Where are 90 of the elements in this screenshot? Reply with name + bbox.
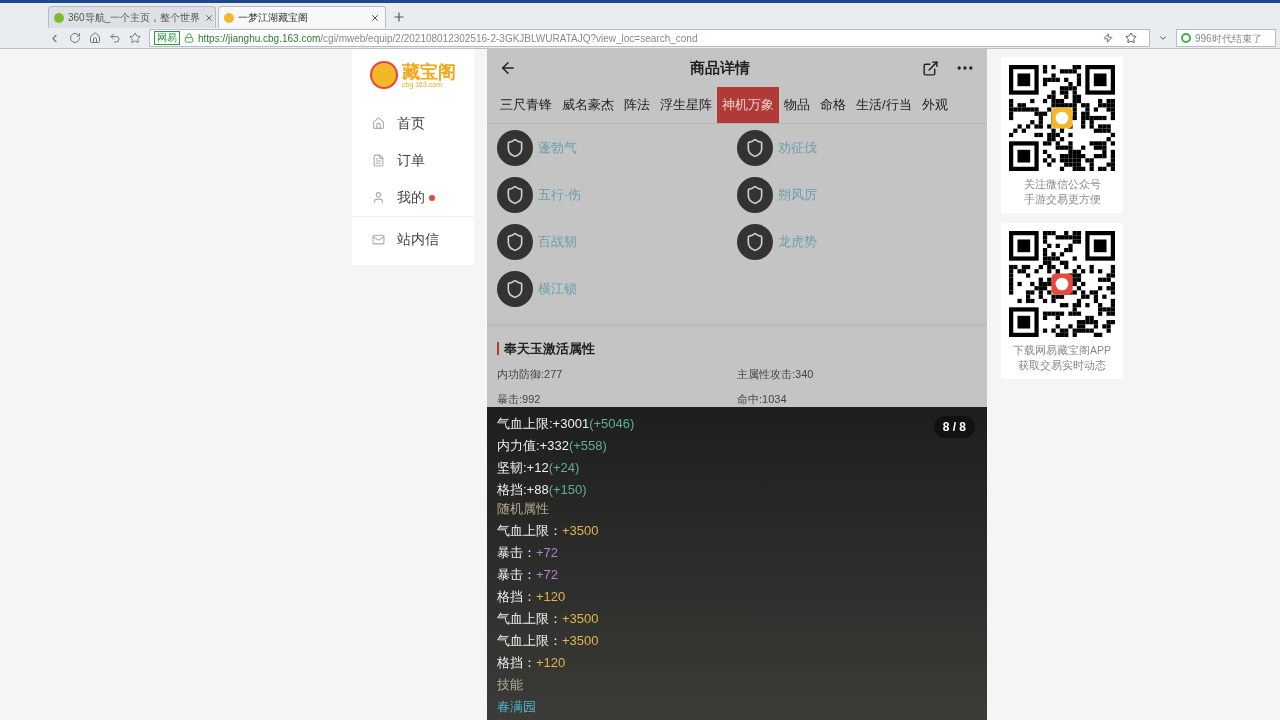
search-placeholder: 996时代结束了 (1195, 31, 1262, 46)
attribute-value: +120 (536, 654, 566, 672)
category-tab[interactable]: 外观 (916, 87, 953, 123)
attribute-label: 暴击： (497, 544, 536, 562)
browser-tab[interactable]: 一梦江湖藏宝阁 (218, 6, 386, 28)
site-icon (224, 12, 234, 23)
attribute-label: 气血上限： (497, 632, 562, 650)
star-icon[interactable] (1125, 32, 1137, 44)
category-tab[interactable]: 三尺青锋 (495, 87, 557, 123)
address-bar[interactable]: 网易 https://jianghu.cbg.163.com/cgi/mweb/equip/2/202108012302516-2-3GKJBLWURATAJQ?view_loc=search_cond (149, 29, 1150, 47)
browser-tab[interactable]: 360导航_一个主页，整个世界 (48, 6, 216, 28)
nav-label: 站内信 (397, 229, 439, 249)
shield-icon (737, 129, 773, 166)
attribute-label: 气血上限： (497, 610, 562, 628)
shield-icon (497, 270, 533, 307)
category-tab[interactable]: 物品 (779, 87, 815, 123)
skill-name: 横江锁 (538, 279, 577, 298)
nav-label: 首页 (397, 114, 425, 133)
skill-name: 百战韧 (538, 232, 577, 251)
shield-icon (497, 129, 533, 166)
search-field[interactable]: 996时代结束了 (1176, 29, 1276, 47)
nav-item[interactable]: 我的 (352, 179, 474, 216)
document-icon (372, 154, 385, 167)
skill-name: 蓬勃气 (538, 138, 577, 157)
star-icon[interactable] (129, 32, 141, 44)
shield-icon (737, 223, 773, 260)
attribute-value: +72 (536, 566, 559, 584)
attribute-label: 气血上限： (497, 522, 562, 540)
attribute-value: +3500 (562, 610, 599, 628)
site-icon (54, 12, 64, 23)
qr-caption: 关注微信公众号 手游交易更方便 (1023, 177, 1101, 207)
shield-icon (737, 176, 773, 213)
attribute-value: +3500 (562, 522, 599, 540)
shield-icon (497, 223, 533, 260)
page-counter: 8 / 8 (933, 416, 975, 438)
tab-title: 360导航_一个主页，整个世界 (68, 11, 201, 25)
shield-icon (497, 176, 533, 213)
attribute-label: 格挡： (497, 588, 536, 606)
stat-text: 暴击:992 (497, 391, 542, 407)
attribute-line: 格挡:+88(+150) (497, 482, 587, 497)
lightning-icon[interactable] (1103, 33, 1113, 43)
undo-icon[interactable] (109, 32, 121, 44)
nav-label: 订单 (397, 151, 425, 170)
skill-name: 龙虎势 (778, 232, 817, 251)
attribute-line: 内力值:+332(+558) (497, 438, 607, 453)
nav-label: 我的 (397, 188, 425, 207)
stat-text: 主属性攻击:340 (737, 367, 815, 382)
skill-title: 春满园 (497, 698, 537, 716)
nav-item[interactable]: 站内信 (352, 216, 474, 261)
user-icon (372, 191, 385, 204)
category-tab[interactable]: 生活/行当 (851, 87, 917, 123)
skill-name: 五行·伤 (538, 185, 582, 204)
category-tab[interactable]: 神机万象 (717, 87, 779, 123)
url-text: https://jianghu.cbg.163.com/cgi/mweb/equip/2/202108012302516-2-3GKJBLWURATAJQ?view_loc=search_cond (198, 31, 698, 46)
attribute-line: 气血上限:+3001(+5046) (497, 416, 635, 431)
dropdown-icon[interactable] (1158, 33, 1168, 43)
share-icon[interactable] (922, 59, 939, 77)
home-icon[interactable] (89, 32, 101, 44)
skill-name: 劝征伐 (778, 138, 817, 157)
refresh-icon[interactable] (69, 32, 81, 44)
back-icon[interactable] (499, 59, 517, 77)
attribute-heading: 随机属性 (497, 500, 550, 518)
lock-icon (184, 33, 194, 43)
home-icon (372, 117, 385, 130)
skill-name: 朔风厉 (778, 185, 817, 204)
page-title: 商品详情 (688, 57, 751, 78)
attribute-label: 暴击： (497, 566, 536, 584)
site-badge: 网易 (154, 31, 180, 45)
category-tab[interactable]: 威名豪杰 (557, 87, 619, 123)
nav-item[interactable]: 首页 (352, 105, 474, 142)
category-tab[interactable]: 命格 (815, 87, 851, 123)
attribute-label: 格挡： (497, 654, 536, 672)
logo-text: 藏宝阁 (402, 62, 456, 81)
stat-text: 命中:1034 (737, 391, 788, 407)
new-tab-icon[interactable] (392, 10, 406, 24)
qr-caption: 下载网易藏宝阁APP 获取交易实时动态 (1013, 343, 1111, 373)
attribute-value: +120 (536, 588, 566, 606)
close-icon[interactable] (370, 12, 380, 23)
nav-item[interactable]: 订单 (352, 142, 474, 179)
tab-title: 一梦江湖藏宝阁 (238, 11, 309, 25)
section-title: 奉天玉激活属性 (504, 339, 595, 358)
close-icon[interactable] (204, 12, 215, 23)
stat-text: 内功防御:277 (497, 367, 564, 382)
attribute-value: +72 (536, 544, 559, 562)
mail-icon (372, 232, 385, 246)
attribute-line: 坚韧:+12(+24) (497, 460, 580, 475)
attribute-value: +3500 (562, 632, 599, 650)
category-tab[interactable]: 浮生星阵 (655, 87, 717, 123)
attribute-heading: 技能 (497, 676, 524, 694)
category-tab[interactable]: 阵法 (619, 87, 655, 123)
